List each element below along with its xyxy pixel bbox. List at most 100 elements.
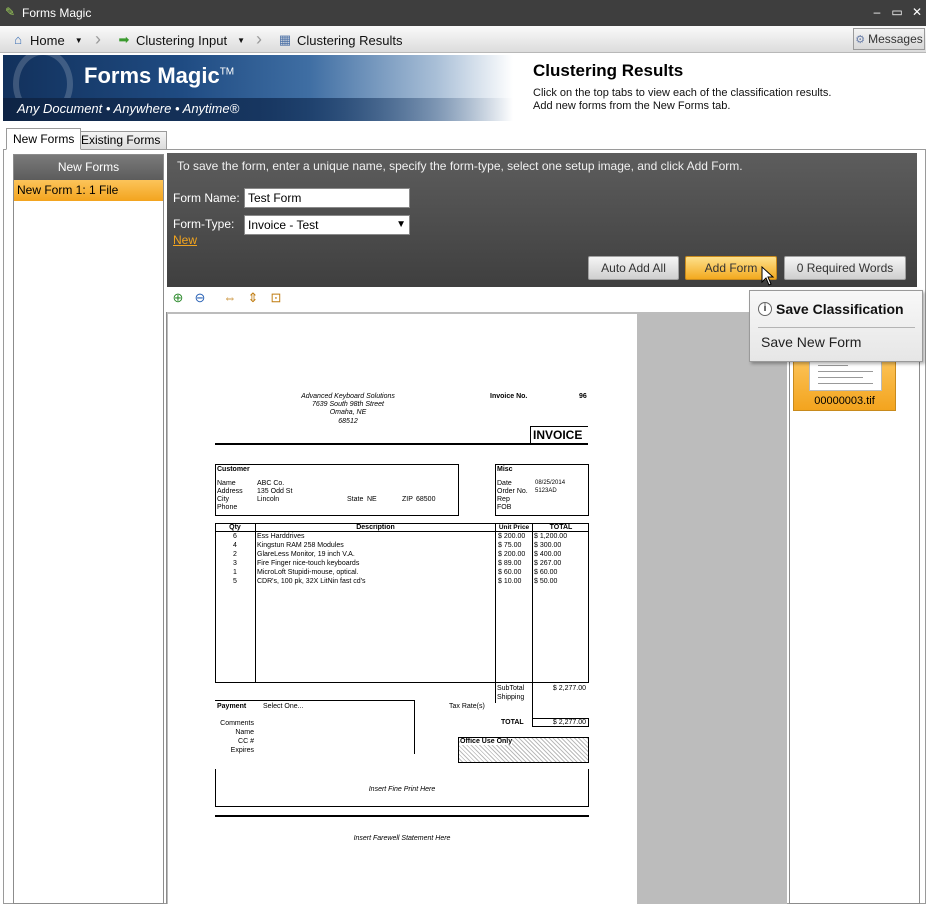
tax-rate-label: Tax Rate(s) xyxy=(449,703,485,710)
messages-button[interactable]: ⚙ Messages xyxy=(853,28,925,50)
customer-state: NE xyxy=(367,496,377,503)
payment-comments-label: Comments xyxy=(220,720,254,727)
list-item[interactable]: New Form 1: 1 File xyxy=(14,180,163,201)
form-type-select[interactable]: Invoice - Test ▼ xyxy=(244,215,410,235)
breadcrumb-home[interactable]: ⌂ Home ▼ xyxy=(10,30,83,50)
customer-zip: 68500 xyxy=(416,496,436,503)
thumbnail-filename: 00000003.tif xyxy=(814,395,875,407)
misc-date: 08/25/2014 xyxy=(535,480,566,486)
form-name-input[interactable] xyxy=(244,188,410,208)
fit-height-icon[interactable]: ⇕ xyxy=(245,290,261,306)
line-item-unit-price: $ 89.00 xyxy=(498,560,522,567)
tab-existing-forms[interactable]: Existing Forms xyxy=(74,131,168,150)
column-description: Description xyxy=(356,524,395,531)
page-title: Clustering Results xyxy=(533,61,684,80)
customer-heading: Customer xyxy=(217,466,250,473)
line-item-description: Fire Finger nice-touch keyboards xyxy=(257,560,360,567)
home-icon: ⌂ xyxy=(14,32,22,47)
payment-expires-label: Expires xyxy=(230,747,254,754)
invoice-no-label: Invoice No. xyxy=(490,393,528,400)
line-item-description: GlareLess Monitor, 19 inch V.A. xyxy=(257,551,355,558)
auto-add-all-button[interactable]: Auto Add All xyxy=(588,256,679,280)
add-form-dropdown-menu: i Save Classification Save New Form xyxy=(749,290,923,362)
new-forms-list-header: New Forms xyxy=(14,155,163,180)
company-city: Omaha, NE xyxy=(329,409,367,416)
breadcrumb-separator-icon: › xyxy=(95,29,101,49)
customer-name: ABC Co. xyxy=(257,480,285,487)
total-label: TOTAL xyxy=(501,719,524,726)
add-form-panel: To save the form, enter a unique name, s… xyxy=(167,153,917,287)
subtotal-label: SubTotal xyxy=(497,685,525,692)
line-item-total: $ 267.00 xyxy=(534,560,562,567)
office-use-label: Office Use Only xyxy=(460,738,513,745)
line-item-qty: 4 xyxy=(233,542,237,549)
clustering-icon: ▦ xyxy=(278,32,292,47)
app-wand-icon: ✎ xyxy=(5,5,16,19)
fit-page-icon[interactable]: ⊡ xyxy=(268,290,284,306)
company-zip: 68512 xyxy=(338,418,358,425)
forms-magic-logo: Forms MagicTM Any Document • Anywhere • … xyxy=(3,55,513,121)
customer-address: 135 Odd St xyxy=(257,488,293,495)
customer-city-label: City xyxy=(217,496,230,503)
menu-divider xyxy=(758,327,915,328)
tab-new-forms[interactable]: New Forms xyxy=(6,128,82,150)
customer-zip-label: ZIP xyxy=(402,496,413,503)
zoom-out-icon[interactable]: ⊖ xyxy=(192,290,208,306)
viewer-toolbar: ⊕ ⊖ ⇔ ⇕ ⊡ xyxy=(168,289,298,309)
line-item-unit-price: $ 200.00 xyxy=(498,551,526,558)
form-name-label: Form Name: xyxy=(173,191,240,205)
thumbnail-item[interactable]: 00000003.tif xyxy=(793,357,896,411)
minimize-button[interactable]: – xyxy=(870,4,884,20)
customer-state-label: State xyxy=(347,496,364,503)
misc-date-label: Date xyxy=(497,480,512,487)
customer-phone-label: Phone xyxy=(217,504,238,511)
farewell-statement: Insert Farewell Statement Here xyxy=(353,835,451,842)
required-words-button[interactable]: 0 Required Words xyxy=(784,256,906,280)
save-classification-header: i Save Classification xyxy=(758,301,904,317)
fit-width-icon[interactable]: ⇔ xyxy=(222,290,238,306)
chevron-down-icon: ▼ xyxy=(237,35,245,45)
line-item-total: $ 300.00 xyxy=(534,542,562,549)
line-item-qty: 3 xyxy=(233,560,237,567)
new-form-type-link[interactable]: New xyxy=(173,233,197,247)
breadcrumb-separator-icon: › xyxy=(256,29,262,49)
misc-order-label: Order No. xyxy=(497,488,528,495)
misc-heading: Misc xyxy=(497,466,513,473)
page-description-line-2: Add new forms from the New Forms tab. xyxy=(533,100,731,112)
maximize-button[interactable]: ▭ xyxy=(890,4,904,20)
misc-order-no: 5123AD xyxy=(535,488,557,494)
misc-rep-label: Rep xyxy=(497,496,510,503)
menu-item-save-new-form[interactable]: Save New Form xyxy=(761,334,861,350)
breadcrumb-clustering-input[interactable]: ➡ Clustering Input ▼ xyxy=(116,30,245,50)
invoice-heading: INVOICE xyxy=(533,428,583,442)
line-item-description: CDR's, 100 pk, 32X LitNin fast cd's xyxy=(257,578,366,585)
payment-cc-label: CC # xyxy=(238,738,254,745)
line-item-description: MicroLoft Stupidi-mouse, optical. xyxy=(257,569,359,576)
messages-label: Messages xyxy=(868,32,923,46)
line-item-description: Kingstun RAM 258 Modules xyxy=(257,542,344,549)
company-street: 7639 South 98th Street xyxy=(312,401,384,408)
subtotal-value: $ 2,277.00 xyxy=(552,685,586,692)
breadcrumb-clustering-results[interactable]: ▦ Clustering Results xyxy=(277,30,403,50)
customer-city: Lincoln xyxy=(257,496,280,503)
invoice-document: Advanced Keyboard Solutions 7639 South 9… xyxy=(168,314,637,904)
setup-images-panel: 00000003.tif xyxy=(789,312,920,904)
document-viewer[interactable]: Advanced Keyboard Solutions 7639 South 9… xyxy=(166,312,787,904)
close-button[interactable]: ✕ xyxy=(910,4,924,20)
line-item-qty: 5 xyxy=(233,578,237,585)
logo-tagline: Any Document • Anywhere • Anytime® xyxy=(17,101,240,116)
app-title: Forms Magic xyxy=(22,6,92,20)
zoom-in-icon[interactable]: ⊕ xyxy=(170,290,186,306)
breadcrumb-home-label: Home xyxy=(30,32,65,48)
form-type-label: Form-Type: xyxy=(173,217,235,231)
line-item-total: $ 1,200.00 xyxy=(534,533,568,540)
chevron-down-icon: ▼ xyxy=(74,35,83,45)
company-name: Advanced Keyboard Solutions xyxy=(301,393,395,400)
green-arrow-icon: ➡ xyxy=(118,32,130,47)
line-item-total: $ 50.00 xyxy=(534,578,558,585)
new-forms-list: New Forms New Form 1: 1 File xyxy=(13,154,164,904)
payment-name-label: Name xyxy=(235,729,254,736)
line-item-qty: 6 xyxy=(233,533,237,540)
shipping-label: Shipping xyxy=(497,694,525,701)
breadcrumb: ⌂ Home ▼ › ➡ Clustering Input ▼ › ▦ Clus… xyxy=(0,26,926,53)
